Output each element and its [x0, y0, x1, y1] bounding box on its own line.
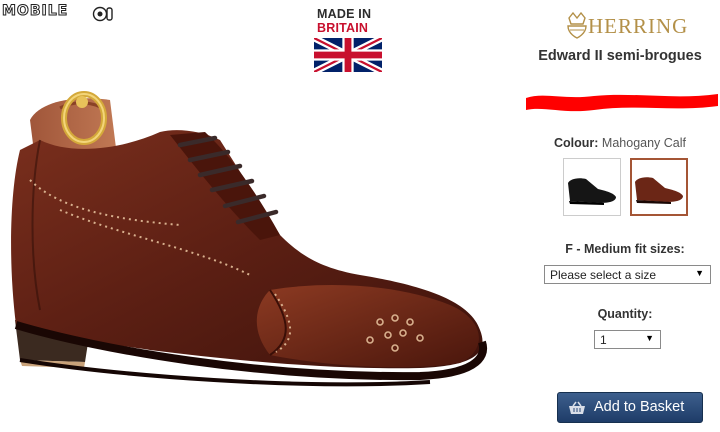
- swatch-black-calf[interactable]: [563, 158, 621, 216]
- add-to-basket-button[interactable]: Add to Basket: [557, 392, 703, 423]
- union-jack-flag-icon: [314, 38, 382, 72]
- size-select[interactable]: Please select a size ▼: [544, 265, 711, 284]
- colour-label: Colour:: [554, 136, 599, 150]
- size-label: F - Medium fit sizes:: [565, 242, 685, 256]
- colour-info: Colour: Mahogany Calf: [520, 136, 720, 150]
- dropdown-arrow-icon: ▼: [645, 333, 654, 343]
- dropdown-arrow-icon: ▼: [695, 268, 704, 278]
- crest-icon: [567, 11, 587, 39]
- product-image: [0, 60, 520, 432]
- quantity-selected-value: 1: [600, 333, 607, 347]
- watermark: MOBILE: [1, 2, 113, 22]
- brand-name: HERRING: [588, 14, 689, 38]
- quantity-label: Quantity:: [597, 307, 653, 321]
- made-in-britain-badge: MADE IN BRITAIN: [314, 8, 382, 72]
- add-to-basket-label: Add to Basket: [594, 399, 685, 415]
- britain-text: BRITAIN: [317, 21, 369, 35]
- price-redaction: [526, 94, 718, 112]
- black-shoe-thumbnail: [568, 178, 616, 205]
- watermark-text: MOBILE: [1, 3, 69, 20]
- colour-value: Mahogany Calf: [601, 136, 686, 150]
- mahogany-shoe-thumbnail: [635, 177, 683, 204]
- basket-icon: [569, 401, 585, 414]
- shoe-illustration: [11, 91, 488, 387]
- product-title: Edward II semi-brogues: [538, 48, 702, 64]
- brand-logo[interactable]: HERRING: [560, 8, 716, 44]
- made-in-text: MADE IN: [317, 7, 372, 21]
- swatch-mahogany-calf[interactable]: [630, 158, 688, 216]
- watermark-logo-icon: [92, 6, 113, 22]
- quantity-select[interactable]: 1 ▼: [594, 330, 661, 349]
- size-selected-value: Please select a size: [550, 268, 657, 282]
